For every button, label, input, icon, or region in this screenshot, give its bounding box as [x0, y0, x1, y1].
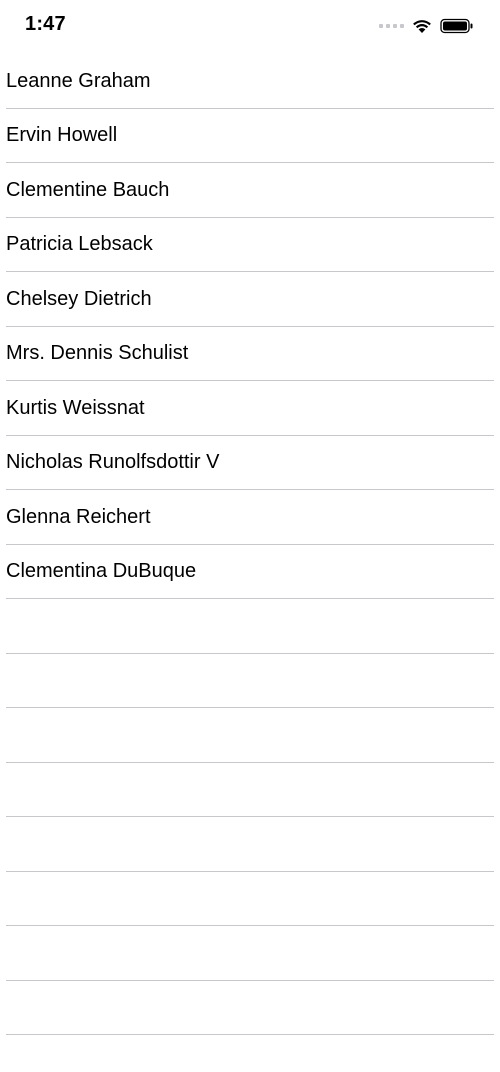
list-item-label: Patricia Lebsack: [6, 233, 153, 256]
empty-row: [6, 654, 494, 708]
user-list: Leanne Graham Ervin Howell Clementine Bauc…: [6, 54, 494, 1035]
list-item-label: Clementine Bauch: [6, 178, 170, 201]
empty-row: [6, 817, 494, 872]
screen: 1:47 Leanne Graham Ervin Howell Clementine…: [0, 0, 500, 1072]
list-item[interactable]: Ervin Howell: [6, 109, 494, 163]
list-item-label: Leanne Graham: [6, 69, 151, 92]
empty-row: [6, 763, 494, 817]
empty-row: [6, 872, 494, 926]
list-item-label: Ervin Howell: [6, 124, 118, 147]
list-item-label: Chelsey Dietrich: [6, 287, 152, 310]
status-time: 1:47: [25, 13, 66, 35]
list-item[interactable]: Clementine Bauch: [6, 163, 494, 218]
battery-icon: [440, 18, 473, 34]
empty-row: [6, 708, 494, 763]
list-item[interactable]: Glenna Reichert: [6, 490, 494, 545]
list-item[interactable]: Kurtis Weissnat: [6, 381, 494, 436]
list-item[interactable]: Leanne Graham: [6, 54, 494, 109]
list-item-label: Mrs. Dennis Schulist: [6, 342, 189, 365]
list-item[interactable]: Mrs. Dennis Schulist: [6, 327, 494, 381]
list-item-label: Kurtis Weissnat: [6, 396, 145, 419]
list-item-label: Nicholas Runolfsdottir V: [6, 451, 220, 474]
list-item[interactable]: Chelsey Dietrich: [6, 272, 494, 327]
list-item[interactable]: Patricia Lebsack: [6, 218, 494, 272]
empty-row: [6, 981, 494, 1035]
list-item[interactable]: Clementina DuBuque: [6, 545, 494, 599]
cellular-signal-icon: [379, 24, 404, 28]
list-item-label: Clementina DuBuque: [6, 560, 197, 583]
list-item-label: Glenna Reichert: [6, 505, 151, 528]
wifi-icon: [413, 20, 431, 33]
status-bar: 1:47: [0, 0, 500, 54]
status-icons: [379, 15, 474, 37]
list-item[interactable]: Nicholas Runolfsdottir V: [6, 436, 494, 490]
empty-row: [6, 926, 494, 981]
empty-row: [6, 599, 494, 654]
